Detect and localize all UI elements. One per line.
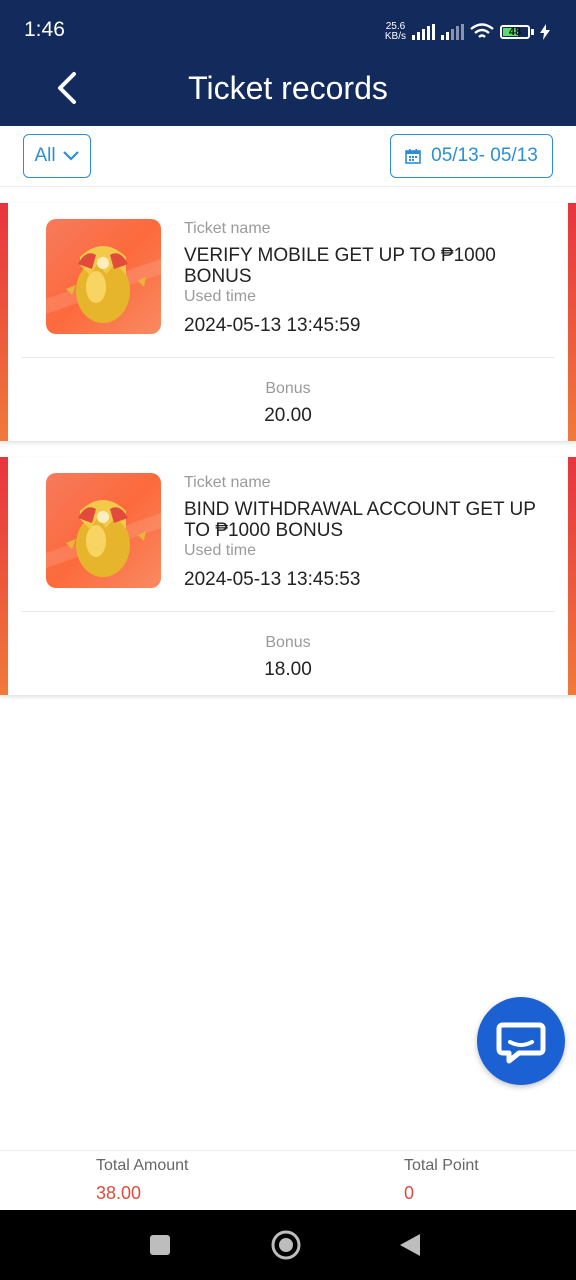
ticket-record-card: Ticket name BIND WITHDRAWAL ACCOUNT GET …: [0, 457, 576, 695]
signal-2-icon: [441, 24, 464, 40]
home-nav-icon: [271, 1230, 301, 1260]
charging-icon: [540, 24, 550, 40]
total-point-value: 0: [404, 1183, 415, 1203]
golden-egg-icon: [46, 473, 161, 588]
used-time: 2024-05-13 13:45:53: [184, 569, 361, 590]
bonus-value: 20.00: [264, 405, 312, 426]
date-range-value: 05/13- 05/13: [431, 145, 538, 166]
ticket-info: Ticket name VERIFY MOBILE GET UP TO ₱100…: [184, 219, 546, 336]
network-speed: 25.6 KB/s: [385, 22, 406, 42]
used-time-label: Used time: [184, 542, 257, 559]
status-time: 1:46: [24, 18, 65, 41]
total-amount-label: Total Amount: [96, 1157, 189, 1174]
bonus-section: Bonus 18.00: [0, 633, 576, 680]
page-title: Ticket records: [188, 70, 388, 106]
type-filter-dropdown[interactable]: All: [23, 134, 91, 178]
totals-bar: Total Amount 38.00 Total Point 0: [0, 1150, 576, 1211]
square-nav-icon: [150, 1235, 170, 1255]
network-speed-unit: KB/s: [384, 31, 406, 42]
status-bar: 1:46 25.6 KB/s 48: [0, 0, 576, 50]
ticket-record-card: Ticket name VERIFY MOBILE GET UP TO ₱100…: [0, 203, 576, 441]
signal-icon: [412, 24, 435, 40]
recents-button[interactable]: [130, 1210, 190, 1280]
chat-icon: [496, 1022, 546, 1064]
bonus-label: Bonus: [265, 380, 311, 397]
ticket-info: Ticket name BIND WITHDRAWAL ACCOUNT GET …: [184, 473, 546, 590]
app-header: Ticket records: [0, 50, 576, 126]
ticket-name-label: Ticket name: [184, 474, 271, 491]
bonus-label: Bonus: [265, 634, 311, 651]
used-time-label: Used time: [184, 288, 257, 305]
type-filter-value: All: [34, 145, 56, 166]
ticket-name-label: Ticket name: [184, 220, 271, 237]
golden-egg-icon: [46, 219, 161, 334]
date-range-button[interactable]: 05/13- 05/13: [390, 134, 553, 178]
total-amount-value: 38.00: [96, 1183, 142, 1203]
status-icons: 25.6 KB/s 48: [385, 20, 550, 44]
total-point: Total Point 0: [404, 1157, 479, 1204]
calendar-icon: [405, 149, 421, 164]
card-divider: [22, 611, 554, 612]
home-button[interactable]: [256, 1210, 316, 1280]
used-time: 2024-05-13 13:45:59: [184, 315, 361, 336]
ticket-name: VERIFY MOBILE GET UP TO ₱1000 BONUS: [184, 245, 496, 287]
chevron-down-icon: [62, 151, 79, 161]
total-point-label: Total Point: [404, 1157, 479, 1174]
wifi-icon: [470, 23, 494, 38]
back-nav-icon: [400, 1234, 420, 1256]
bonus-value: 18.00: [264, 659, 312, 680]
filter-bar: All 05/13- 05/13: [0, 126, 576, 187]
total-amount: Total Amount 38.00: [96, 1157, 189, 1204]
back-nav-button[interactable]: [380, 1210, 440, 1280]
card-divider: [22, 357, 554, 358]
battery-level: 48: [508, 26, 522, 38]
chat-button[interactable]: [477, 997, 565, 1085]
ticket-name: BIND WITHDRAWAL ACCOUNT GET UP TO ₱1000 …: [184, 499, 536, 541]
battery-icon: 48: [500, 25, 534, 39]
system-nav-bar: [0, 1210, 576, 1280]
bonus-section: Bonus 20.00: [0, 379, 576, 426]
